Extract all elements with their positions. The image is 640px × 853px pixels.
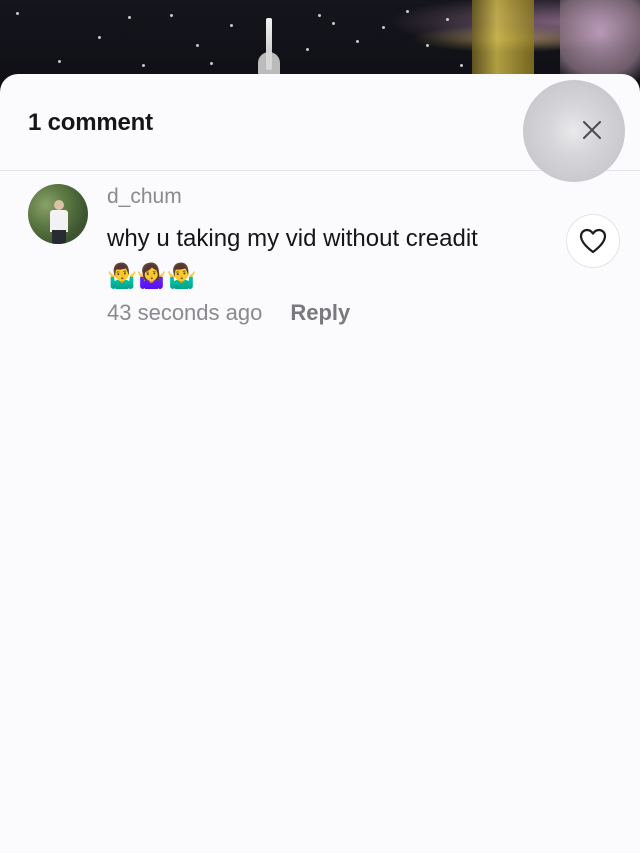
comments-count-title: 1 comment [28,109,153,136]
comment-timestamp: 43 seconds ago [107,300,263,325]
comments-sheet: 1 comment d_chum why u taking my vid wit… [0,74,640,853]
comment-emojis: 🤷‍♂️🤷‍♀️🤷‍♂️ [107,263,197,290]
reply-button[interactable]: Reply [290,300,350,326]
comments-header: 1 comment [0,74,640,182]
comment-meta: 43 seconds ago Reply [107,300,350,326]
heart-icon [579,228,607,254]
comment-username[interactable]: d_chum [107,185,182,209]
comment-text: why u taking my vid without creadit [107,225,478,252]
close-icon [583,121,601,139]
close-button[interactable] [574,112,610,148]
avatar[interactable] [28,184,88,244]
screen: 1 comment d_chum why u taking my vid wit… [0,0,640,853]
like-button[interactable] [566,214,620,268]
